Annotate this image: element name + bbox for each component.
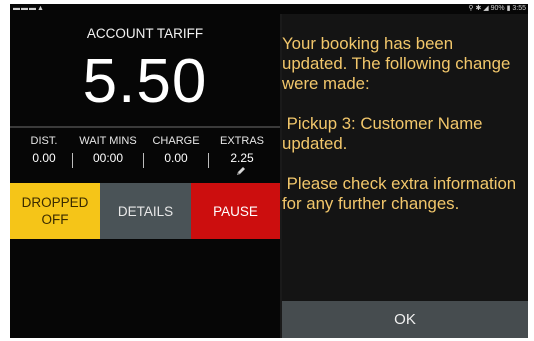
status-info: ⚲ ✱ ◢ 90% ▮ 3:55	[468, 5, 526, 12]
notification-icons: ▬▬▬▲	[13, 5, 45, 12]
status-bar: ▬▬▬▲ ⚲ ✱ ◢ 90% ▮ 3:55	[10, 4, 528, 14]
details-button[interactable]: DETAILS	[100, 183, 191, 239]
fare-amount: 5.50	[82, 47, 208, 116]
ok-label: OK	[394, 311, 416, 328]
tariff-title: ACCOUNT TARIFF	[86, 26, 204, 41]
dropped-off-label-line2: OFF	[41, 212, 69, 227]
meter-panel: ACCOUNT TARIFF 5.50 DIST. 0.00 WAIT MINS…	[10, 14, 280, 338]
message-line: updated. The following change	[282, 54, 511, 73]
dropped-off-label-line1: DROPPED	[21, 195, 89, 210]
app-screen: ▬▬▬▲ ⚲ ✱ ◢ 90% ▮ 3:55 ACCOUNT TARIFF 5.5…	[10, 4, 528, 338]
message-line: updated.	[282, 134, 348, 153]
metric-label: WAIT MINS	[79, 135, 137, 147]
message-paragraph: Your booking has been updated. The follo…	[282, 34, 528, 94]
metric-value: 2.25	[230, 151, 254, 165]
pause-label: PAUSE	[213, 203, 258, 219]
metric-label: DIST.	[30, 135, 58, 147]
metric-label: EXTRAS	[219, 135, 264, 147]
dropped-off-button[interactable]: DROPPED OFF	[10, 183, 100, 239]
metric-value: 00:00	[92, 151, 124, 165]
metric-wait-mins: WAIT MINS 00:00	[74, 134, 142, 167]
message-line: Your booking has been	[282, 34, 454, 53]
message-line: Please check extra information	[282, 174, 517, 193]
metric-value: 0.00	[164, 151, 188, 165]
metric-value: 0.00	[32, 151, 56, 165]
metric-label: CHARGE	[152, 135, 200, 147]
divider	[10, 126, 280, 128]
message-line: Pickup 3: Customer Name	[282, 114, 483, 133]
metric-separator	[72, 153, 73, 168]
pause-button[interactable]: PAUSE	[191, 183, 280, 239]
dialog-message: Your booking has been updated. The follo…	[282, 34, 528, 234]
message-line: were made:	[282, 74, 370, 93]
ok-button[interactable]: OK	[282, 301, 528, 338]
metric-distance: DIST. 0.00	[10, 134, 78, 167]
edit-pencil-icon[interactable]	[236, 166, 246, 176]
message-paragraph: Please check extra information for any f…	[282, 174, 528, 214]
message-line: for any further changes.	[282, 194, 460, 213]
metric-charge: CHARGE 0.00	[142, 134, 210, 167]
metric-extras[interactable]: EXTRAS 2.25	[208, 134, 276, 167]
details-label: DETAILS	[117, 203, 174, 219]
message-paragraph: Pickup 3: Customer Name updated.	[282, 114, 528, 154]
booking-update-dialog: Your booking has been updated. The follo…	[282, 14, 528, 338]
